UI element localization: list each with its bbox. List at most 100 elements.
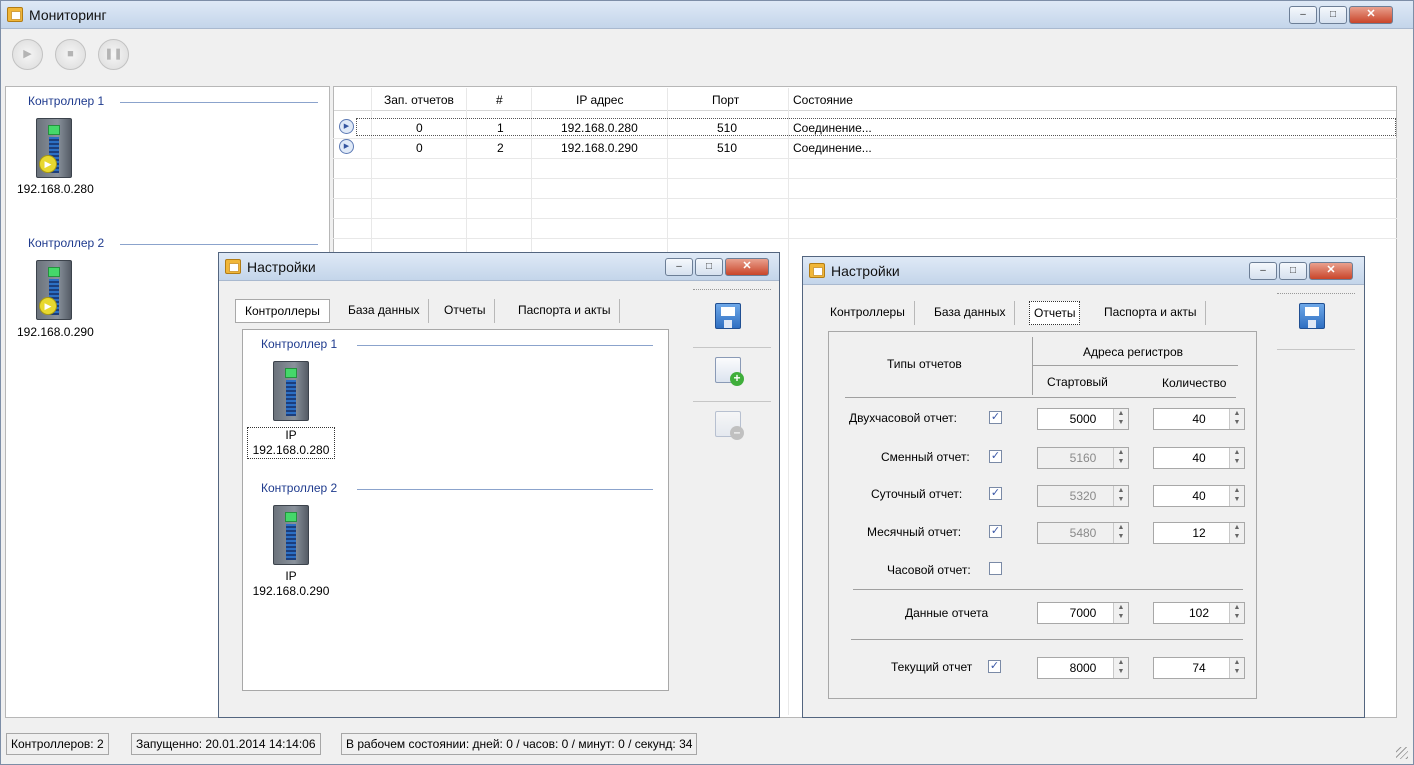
add-controller-icon[interactable]: +	[715, 357, 744, 386]
report-label-monthly: Месячный отчет:	[867, 525, 962, 539]
controller-group-1-label: Контроллер 1	[28, 94, 105, 108]
row-status-icon: ▶	[339, 139, 354, 154]
settings-titlebar: Настройки – □ ✕	[219, 253, 779, 281]
controller-group-2-label: Контроллер 2	[28, 236, 105, 250]
save-icon[interactable]	[1299, 303, 1325, 329]
column-header-ip[interactable]: IP адрес	[576, 93, 623, 107]
report-label-hourly: Часовой отчет:	[887, 563, 971, 577]
resize-grip-icon[interactable]	[1396, 747, 1408, 759]
table-row[interactable]	[356, 139, 1396, 157]
maximize-button[interactable]: □	[1319, 6, 1347, 24]
remove-controller-icon[interactable]: –	[715, 411, 744, 440]
cell-status: Соединение...	[793, 141, 872, 155]
report-checkbox-twohour[interactable]: ✓	[989, 411, 1002, 424]
divider	[1277, 349, 1355, 350]
minimize-button[interactable]: –	[1249, 262, 1277, 280]
header-divider	[1032, 365, 1238, 366]
table-header-row	[334, 87, 1396, 111]
count-spinner-shift[interactable]: 40 ▲ ▼	[1153, 447, 1245, 469]
start-spinner-shift[interactable]: 5160 ▲ ▼	[1037, 447, 1129, 469]
report-label-twohour: Двухчасовой отчет:	[849, 411, 957, 425]
tab-database[interactable]: База данных	[339, 299, 430, 323]
start-button[interactable]: ▶	[12, 39, 43, 70]
save-icon[interactable]	[715, 303, 741, 329]
close-button[interactable]: ✕	[725, 258, 769, 276]
tab-reports[interactable]: Отчеты	[1029, 301, 1081, 325]
controller-group-2-label: Контроллер 2	[261, 481, 338, 495]
tab-controllers[interactable]: Контроллеры	[235, 299, 330, 323]
maximize-button[interactable]: □	[695, 258, 723, 276]
settings-window-reports: Настройки – □ ✕ Контроллеры База данных …	[802, 256, 1365, 718]
ip-label: IP	[285, 428, 297, 442]
report-checkbox-monthly[interactable]: ✓	[989, 525, 1002, 538]
controller-device-icon[interactable]: ▶	[36, 118, 72, 178]
controller-item-1[interactable]: IP 192.168.0.280	[247, 427, 335, 459]
controller-group-2: Контроллер 2	[261, 481, 653, 501]
column-header-number[interactable]: #	[496, 93, 503, 107]
controller-1-ip: 192.168.0.280	[17, 182, 94, 196]
cell-ip: 192.168.0.290	[561, 141, 638, 155]
cell-status: Соединение...	[793, 121, 872, 135]
status-controllers: Контроллеров: 2	[6, 733, 109, 755]
report-checkbox-shift[interactable]: ✓	[989, 450, 1002, 463]
header-vertical-divider	[1032, 337, 1033, 395]
controller-device-icon[interactable]: ▶	[36, 260, 72, 320]
spinner-arrows: ▲ ▼	[1229, 409, 1244, 429]
cell-port: 510	[717, 121, 738, 135]
count-spinner-monthly[interactable]: 12 ▲ ▼	[1153, 522, 1245, 544]
minimize-button[interactable]: –	[1289, 6, 1317, 24]
column-header-status[interactable]: Состояние	[793, 93, 853, 107]
current-report-checkbox[interactable]: ✓	[988, 660, 1001, 673]
maximize-button[interactable]: □	[1279, 262, 1307, 280]
pause-button[interactable]: ❚❚	[98, 39, 129, 70]
start-spinner-monthly[interactable]: 5480 ▲ ▼	[1037, 522, 1129, 544]
main-window-title: Мониторинг	[29, 7, 107, 23]
controller-device-icon[interactable]	[273, 505, 309, 565]
spinner-arrows: ▲ ▼	[1229, 603, 1244, 623]
report-checkbox-hourly[interactable]	[989, 562, 1002, 575]
close-button[interactable]: ✕	[1309, 262, 1353, 280]
spinner-arrows: ▲ ▼	[1113, 486, 1128, 506]
status-started: Запущенно: 20.01.2014 14:14:06	[131, 733, 321, 755]
side-toolbar-divider	[693, 289, 771, 290]
cell-reports: 0	[416, 141, 423, 155]
header-bottom-divider	[845, 397, 1236, 398]
current-count-spinner[interactable]: 74 ▲ ▼	[1153, 657, 1245, 679]
close-button[interactable]: ✕	[1349, 6, 1393, 24]
spinner-arrows: ▲ ▼	[1113, 603, 1128, 623]
cell-port: 510	[717, 141, 738, 155]
cell-number: 2	[497, 141, 504, 155]
minimize-button[interactable]: –	[665, 258, 693, 276]
group-divider	[120, 102, 318, 103]
settings-titlebar: Настройки – □ ✕	[803, 257, 1364, 285]
report-label-daily: Суточный отчет:	[871, 487, 963, 501]
controller-item-2[interactable]: IP 192.168.0.290	[247, 569, 335, 601]
tab-reports[interactable]: Отчеты	[435, 299, 496, 323]
settings-title: Настройки	[831, 263, 900, 279]
side-toolbar-divider	[1277, 293, 1355, 294]
count-spinner-daily[interactable]: 40 ▲ ▼	[1153, 485, 1245, 507]
stop-button[interactable]: ■	[55, 39, 86, 70]
start-spinner-twohour[interactable]: 5000 ▲ ▼	[1037, 408, 1129, 430]
controller-device-icon[interactable]	[273, 361, 309, 421]
current-start-spinner[interactable]: 8000 ▲ ▼	[1037, 657, 1129, 679]
divider	[693, 401, 771, 402]
spinner-arrows: ▲ ▼	[1229, 448, 1244, 468]
spinner-arrows: ▲ ▼	[1229, 658, 1244, 678]
cell-number: 1	[497, 121, 504, 135]
column-header-port[interactable]: Порт	[712, 93, 739, 107]
report-checkbox-daily[interactable]: ✓	[989, 487, 1002, 500]
app-icon	[809, 263, 825, 278]
tab-database[interactable]: База данных	[925, 301, 1016, 325]
count-spinner-twohour[interactable]: 40 ▲ ▼	[1153, 408, 1245, 430]
column-header-reports[interactable]: Зап. отчетов	[384, 93, 454, 107]
controller-2-ip: 192.168.0.290	[17, 325, 94, 339]
tab-controllers[interactable]: Контроллеры	[821, 301, 915, 325]
tab-passports[interactable]: Паспорта и акты	[509, 299, 621, 323]
tab-passports[interactable]: Паспорта и акты	[1095, 301, 1207, 325]
controller-group-1-label: Контроллер 1	[261, 337, 338, 351]
table-row[interactable]	[356, 118, 1396, 136]
start-spinner-daily[interactable]: 5320 ▲ ▼	[1037, 485, 1129, 507]
data-start-spinner[interactable]: 7000 ▲ ▼	[1037, 602, 1129, 624]
data-count-spinner[interactable]: 102 ▲ ▼	[1153, 602, 1245, 624]
